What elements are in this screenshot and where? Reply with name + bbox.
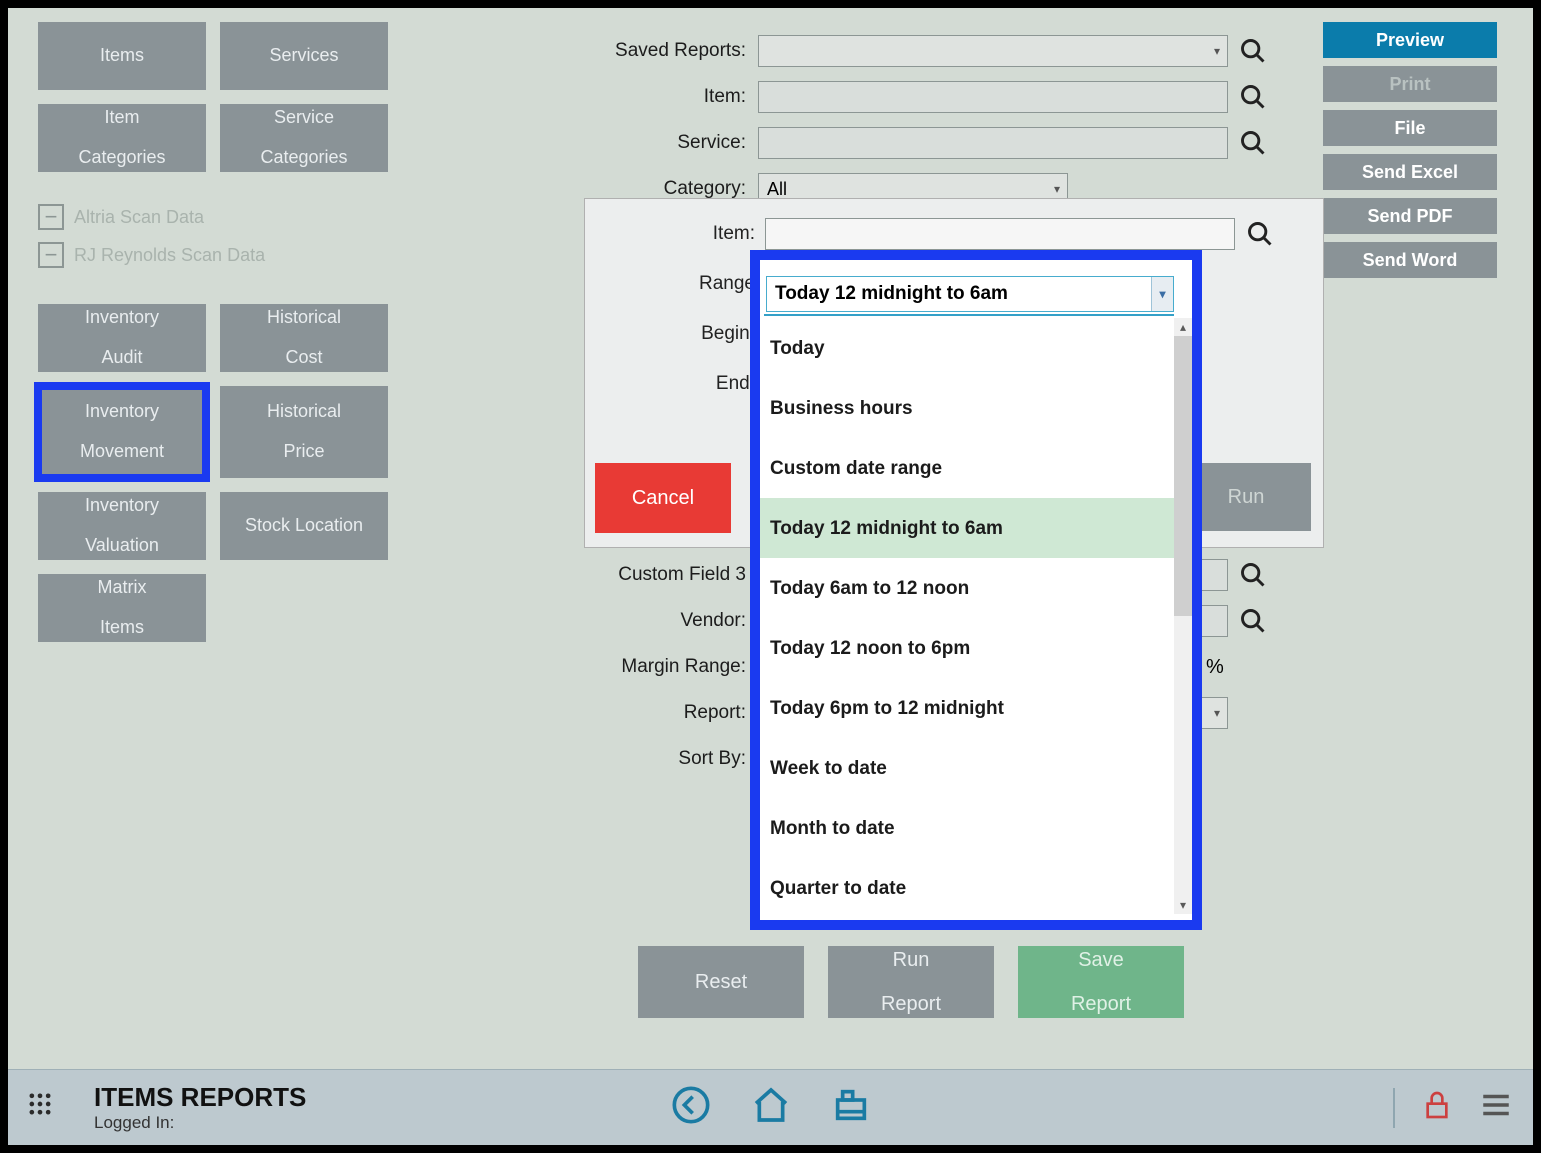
historical-price-button[interactable]: HistoricalPrice [220,386,388,478]
minus-icon: − [38,204,64,230]
preview-button[interactable]: Preview [1323,22,1497,58]
send-excel-button[interactable]: Send Excel [1323,154,1497,190]
range-dropdown: Today Business hours Custom date range T… [760,260,1192,920]
item-label: Item: [508,86,758,108]
report-label: Report: [508,702,758,724]
actions-panel: Preview Print File Send Excel Send PDF S… [1323,22,1497,278]
footer-title: ITEMS REPORTS [94,1082,306,1113]
scroll-up-icon[interactable]: ▴ [1174,318,1192,336]
range-option[interactable]: Today [760,318,1176,378]
range-select-open[interactable]: Today 12 midnight to 6am ▾ [766,276,1174,312]
send-pdf-button[interactable]: Send PDF [1323,198,1497,234]
service-categories-button[interactable]: ServiceCategories [220,104,388,172]
search-icon[interactable] [1243,217,1277,251]
saved-reports-label: Saved Reports: [508,40,758,62]
range-option[interactable]: Custom date range [760,438,1176,498]
stock-location-button[interactable]: Stock Location [220,492,388,560]
range-option[interactable]: Today 6am to 12 noon [760,558,1176,618]
range-selected-value: Today 12 midnight to 6am [775,283,1008,305]
range-option[interactable]: Quarter to date [760,858,1176,914]
range-option[interactable]: Business hours [760,378,1176,438]
footer-bar: ITEMS REPORTS Logged In: [8,1069,1533,1145]
file-button[interactable]: File [1323,110,1497,146]
saved-reports-select[interactable]: ▾ [758,35,1228,67]
item-input[interactable] [758,81,1228,113]
modal-item-label: Item: [585,223,765,245]
margin-label: Margin Range: [508,656,758,678]
percent-label: % [1206,656,1224,679]
run-report-button[interactable]: RunReport [828,946,994,1018]
range-option[interactable]: Today 12 midnight to 6am [760,498,1176,558]
range-option[interactable]: Today 12 noon to 6pm [760,618,1176,678]
custom3-label: Custom Field 3 [508,564,758,586]
chevron-down-icon: ▾ [1151,277,1173,311]
inventory-movement-button[interactable]: InventoryMovement [38,386,206,478]
register-icon[interactable] [831,1085,871,1130]
sort-label: Sort By: [508,748,758,770]
save-report-button[interactable]: SaveReport [1018,946,1184,1018]
form-action-buttons: Reset RunReport SaveReport [638,946,1184,1018]
altria-scan-toggle[interactable]: − Altria Scan Data [38,198,478,236]
search-icon[interactable] [1236,604,1270,638]
historical-cost-button[interactable]: HistoricalCost [220,304,388,372]
vendor-label: Vendor: [508,610,758,632]
inventory-audit-button[interactable]: InventoryAudit [38,304,206,372]
modal-item-input[interactable] [765,218,1235,250]
rj-scan-toggle[interactable]: − RJ Reynolds Scan Data [38,236,478,274]
modal-begin-label: Begin: [585,323,765,345]
rj-scan-label: RJ Reynolds Scan Data [74,245,265,266]
divider [1393,1088,1395,1128]
footer-logged-in: Logged In: [94,1113,306,1133]
modal-range-label: Range [585,273,765,295]
item-categories-button[interactable]: ItemCategories [38,104,206,172]
search-icon[interactable] [1236,126,1270,160]
cancel-button[interactable]: Cancel [595,463,731,533]
reset-button[interactable]: Reset [638,946,804,1018]
range-option[interactable]: Today 6pm to 12 midnight [760,678,1176,738]
minus-icon: − [38,242,64,268]
modal-end-label: End: [585,373,765,395]
altria-scan-label: Altria Scan Data [74,207,204,228]
service-input[interactable] [758,127,1228,159]
sidebar: Items Services ItemCategories ServiceCat… [38,22,478,656]
scroll-down-icon[interactable]: ▾ [1174,896,1192,914]
home-icon[interactable] [751,1085,791,1130]
run-button[interactable]: Run [1181,463,1311,531]
search-icon[interactable] [1236,34,1270,68]
service-label: Service: [508,132,758,154]
services-button[interactable]: Services [220,22,388,90]
category-label: Category: [508,178,758,200]
range-option[interactable]: Week to date [760,738,1176,798]
lock-icon[interactable] [1421,1089,1453,1126]
items-button[interactable]: Items [38,22,206,90]
apps-icon[interactable] [26,1090,54,1126]
scroll-thumb[interactable] [1174,336,1192,616]
print-button[interactable]: Print [1323,66,1497,102]
dropdown-scrollbar[interactable]: ▴ ▾ [1174,318,1192,914]
menu-icon[interactable] [1479,1088,1513,1127]
inventory-valuation-button[interactable]: InventoryValuation [38,492,206,560]
send-word-button[interactable]: Send Word [1323,242,1497,278]
dropdown-divider [764,314,1174,316]
chevron-down-icon: ▾ [1207,706,1227,720]
search-icon[interactable] [1236,80,1270,114]
search-icon[interactable] [1236,558,1270,592]
chevron-down-icon: ▾ [1207,44,1227,58]
back-icon[interactable] [671,1085,711,1130]
category-value: All [767,179,787,200]
matrix-items-button[interactable]: MatrixItems [38,574,206,642]
range-option[interactable]: Month to date [760,798,1176,858]
range-option-list: Today Business hours Custom date range T… [760,318,1176,914]
chevron-down-icon: ▾ [1047,182,1067,196]
